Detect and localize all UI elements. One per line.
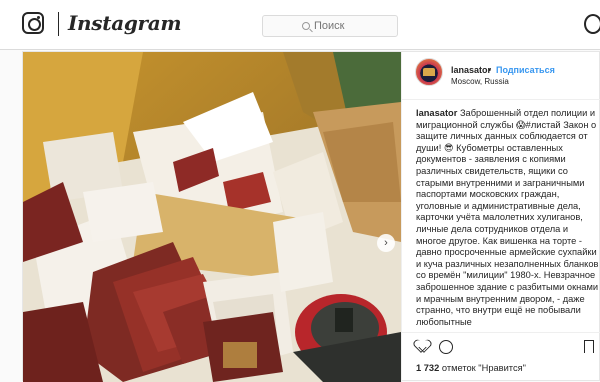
- caption-text: Заброшенный отдел полиции и миграционной…: [416, 108, 599, 326]
- post-caption: lanasator Заброшенный отдел полиции и ми…: [416, 108, 600, 326]
- search-input[interactable]: [314, 20, 358, 32]
- username-link[interactable]: lanasator: [451, 65, 491, 75]
- instagram-glyph-icon[interactable]: [22, 12, 44, 34]
- likes-count[interactable]: 1 732 отметок "Нравится": [416, 363, 526, 373]
- search-icon: [302, 22, 310, 30]
- follow-button[interactable]: Подписаться: [496, 65, 555, 75]
- post-actions: [402, 332, 600, 360]
- logo-divider: [58, 12, 59, 36]
- instagram-wordmark[interactable]: Instagram: [68, 11, 182, 35]
- post-sidebar: lanasator • Подписаться Moscow, Russia l…: [401, 52, 600, 382]
- post-header: lanasator • Подписаться Moscow, Russia: [402, 52, 600, 100]
- comment-icon[interactable]: [439, 340, 453, 354]
- bookmark-icon[interactable]: [584, 340, 594, 353]
- avatar[interactable]: [415, 58, 443, 86]
- separator-dot: •: [488, 65, 492, 75]
- post-card: › lanasator • Подписаться Moscow, Russia…: [22, 51, 600, 382]
- search-box[interactable]: [262, 15, 398, 37]
- next-arrow-icon[interactable]: ›: [377, 234, 395, 252]
- top-navigation-bar: Instagram: [0, 0, 600, 50]
- caption-username[interactable]: lanasator: [416, 108, 457, 118]
- location-link[interactable]: Moscow, Russia: [451, 77, 509, 86]
- likes-label: отметок "Нравится": [441, 363, 526, 373]
- likes-number: 1 732: [416, 363, 440, 373]
- post-photo-image: [23, 52, 401, 382]
- heart-icon[interactable]: [416, 340, 429, 352]
- post-photo[interactable]: ›: [23, 52, 401, 382]
- profile-icon[interactable]: [584, 14, 600, 34]
